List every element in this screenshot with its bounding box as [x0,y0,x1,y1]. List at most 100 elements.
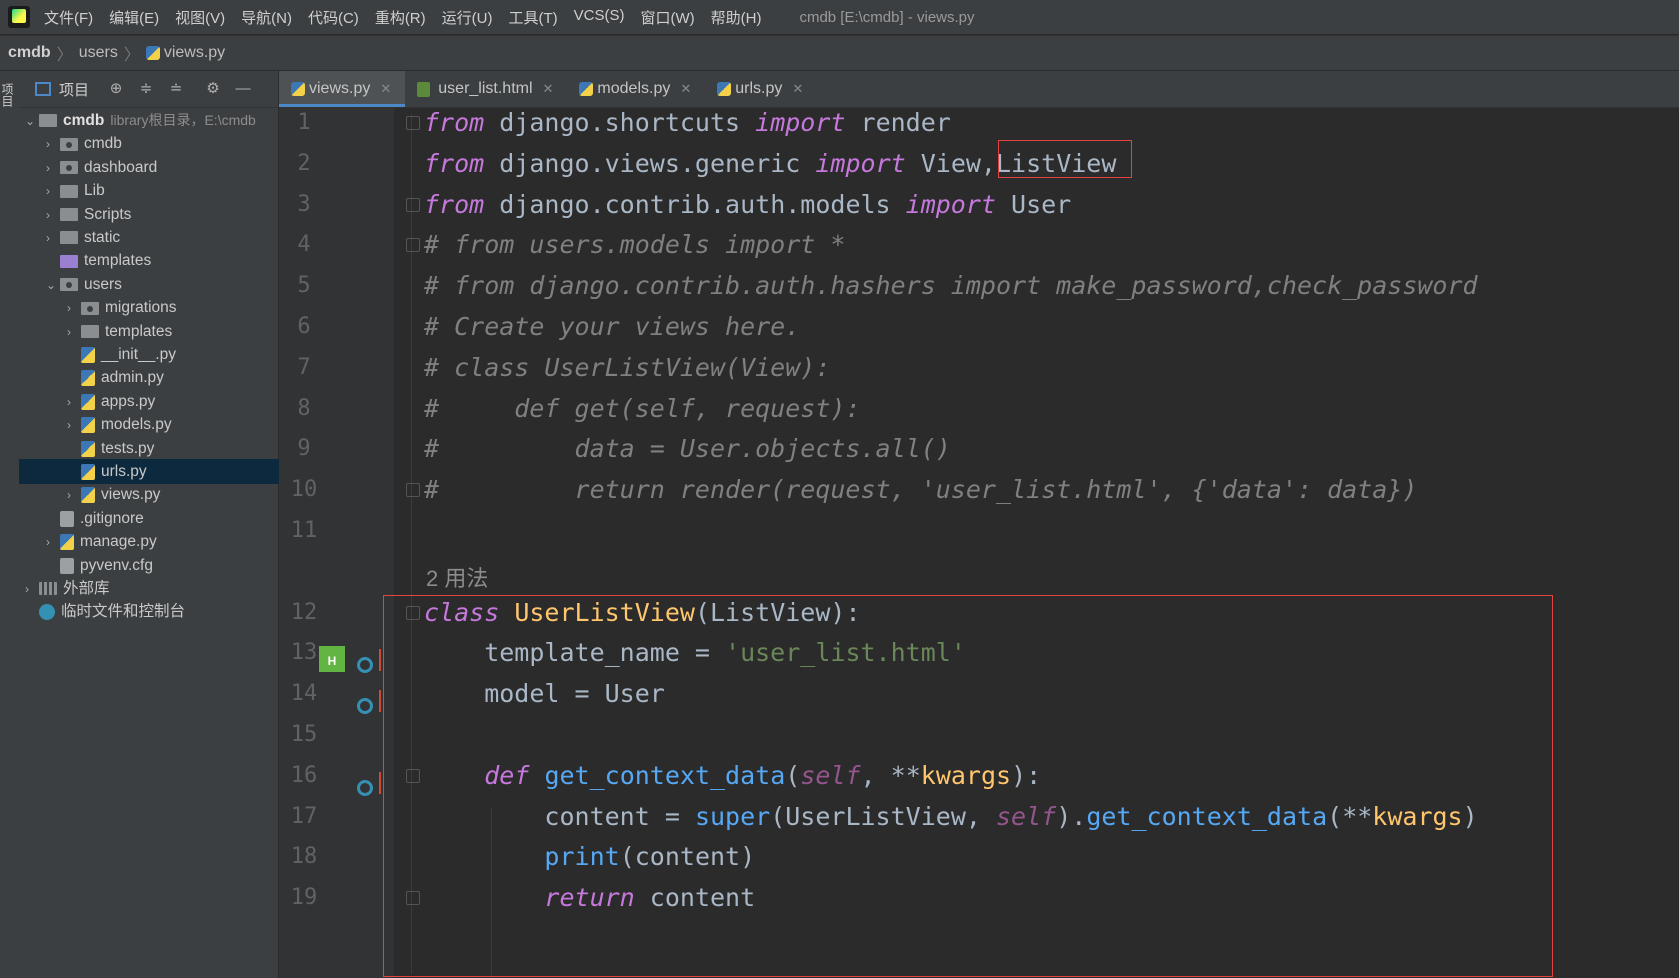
line-number: 15 [290,722,318,747]
tree-item[interactable]: ⌄ users [19,272,305,297]
chevron-right-icon[interactable]: › [67,413,81,437]
code-editor[interactable]: 1 2 3 4 5 6 7 8 9 10 11 12 13 14 15 16 17 18 19 2 用法 from d… [279,108,1679,978]
chevron-right-icon[interactable]: › [25,577,39,601]
menu-tools[interactable]: 工具(T) [508,7,557,28]
tab-urls-py[interactable]: urls.py ✕ [705,71,817,107]
close-icon[interactable]: ✕ [680,71,691,107]
tree-item-label: 临时文件和控制台 [61,603,186,621]
line-number: 2 [297,150,311,176]
folder-icon [81,301,99,315]
breadcrumb-project[interactable]: cmdb [8,44,51,62]
tree-item-label: models.py [101,416,172,434]
chevron-right-icon[interactable]: › [67,483,81,507]
locate-file-icon[interactable]: ⊕ [106,79,126,99]
line-number: 12 [290,599,318,625]
tree-item[interactable]: › Lib [19,178,305,203]
python-file-icon [145,46,160,60]
tree-item[interactable]: › Scripts [19,202,305,227]
html-template-gutter-icon[interactable]: H [319,646,345,672]
project-tool-tab[interactable]: 项目 [0,83,16,123]
chevron-right-icon[interactable]: › [46,226,60,250]
menu-run[interactable]: 运行(U) [442,7,493,28]
usage-hint[interactable]: 2 用法 [426,561,488,593]
expand-all-icon[interactable]: ≑ [136,79,156,99]
chevron-right-icon[interactable]: › [67,320,81,344]
project-tool-tab-label: 项目 [0,83,14,107]
close-icon[interactable]: ✕ [543,71,554,107]
tree-item[interactable]: › 外部库 [19,576,284,601]
main-menu: 文件(F) 编辑(E) 视图(V) 导航(N) 代码(C) 重构(R) 运行(U… [44,7,777,28]
menu-window[interactable]: 窗口(W) [640,7,694,28]
project-panel-title[interactable]: 项目 [59,79,89,100]
menu-edit[interactable]: 编辑(E) [109,7,159,28]
close-icon[interactable]: ✕ [792,71,803,107]
override-arrow-icon [379,649,381,671]
fold-marker-icon[interactable] [406,197,420,212]
fold-marker-icon[interactable] [406,116,420,130]
tree-item-path: library根目录，E:\cmdb [110,112,256,128]
menu-navigate[interactable]: 导航(N) [241,7,292,28]
chevron-right-icon[interactable]: › [46,179,60,203]
tree-item[interactable]: pyvenv.cfg [19,553,305,578]
tree-item[interactable]: .gitignore [19,506,305,531]
tree-item[interactable]: 临时文件和控制台 [19,599,284,624]
fold-marker-icon[interactable] [406,483,420,498]
tree-item[interactable]: ⌄ cmdb library根目录，E:\cmdb [19,108,284,133]
breadcrumb-file[interactable]: views.py [164,44,225,62]
chevron-right-icon[interactable]: › [46,203,60,227]
menu-vcs[interactable]: VCS(S) [574,7,625,28]
menu-view[interactable]: 视图(V) [175,7,225,28]
chevron-right-icon[interactable]: › [46,156,60,180]
tab-label: models.py [597,80,671,97]
tree-item-label: __init__.py [101,346,176,363]
override-gutter-icon[interactable] [357,657,373,673]
override-gutter-icon[interactable] [357,698,373,714]
breadcrumb-folder[interactable]: users [79,44,118,62]
tree-item[interactable]: › dashboard [19,155,305,180]
close-icon[interactable]: ✕ [380,71,391,107]
tree-item-label: cmdb [84,135,122,153]
hide-panel-icon[interactable]: — [233,79,253,99]
html-file-icon [417,81,431,97]
tab-views-py[interactable]: views.py ✕ [279,71,406,107]
highlight-box-class [383,595,1553,977]
menu-refactor[interactable]: 重构(R) [375,7,426,28]
fold-marker-icon[interactable] [406,605,420,620]
collapse-all-icon[interactable]: ≐ [166,79,186,99]
chevron-right-icon[interactable]: › [46,132,60,156]
line-number: 16 [290,762,318,788]
fold-marker-icon[interactable] [406,238,420,253]
override-gutter-icon[interactable] [357,780,373,796]
tree-item[interactable]: › cmdb [19,131,305,156]
menu-file[interactable]: 文件(F) [44,7,93,28]
tab-models-py[interactable]: models.py ✕ [567,71,705,107]
tree-item[interactable]: templates [19,248,305,273]
code-token: import [815,148,906,178]
menu-help[interactable]: 帮助(H) [711,7,762,28]
tree-item[interactable]: › manage.py [19,529,305,554]
menu-bar: 文件(F) 编辑(E) 视图(V) 导航(N) 代码(C) 重构(R) 运行(U… [0,0,1679,34]
chevron-right-icon[interactable]: › [46,530,60,554]
folder-icon [60,137,78,151]
chevron-down-icon[interactable]: ⌄ [25,109,39,133]
line-number: 3 [297,191,311,217]
code-line: # return render(request, 'user_list.html… [424,475,1418,505]
tab-label: views.py [309,80,371,97]
gear-icon[interactable]: ⚙ [203,79,223,99]
chevron-down-icon[interactable]: ⌄ [46,273,60,297]
editor-tab-bar: views.py ✕ user_list.html ✕ models.py ✕ … [279,71,1679,108]
python-file-icon [81,417,95,434]
scratch-icon [39,604,55,621]
fold-marker-icon[interactable] [406,891,420,906]
code-line: # Create your views here. [424,312,801,341]
menu-code[interactable]: 代码(C) [308,7,359,28]
code-token: django.contrib.auth.models [484,189,906,219]
window-title: cmdb [E:\cmdb] - views.py [799,8,975,26]
line-number: 10 [290,477,318,503]
tab-user-list-html[interactable]: user_list.html ✕ [405,71,567,107]
tree-item[interactable]: › static [19,225,305,250]
chevron-right-icon[interactable]: › [67,296,81,320]
python-file-icon [81,440,95,457]
fold-marker-icon[interactable] [406,768,420,783]
chevron-right-icon[interactable]: › [67,390,81,414]
